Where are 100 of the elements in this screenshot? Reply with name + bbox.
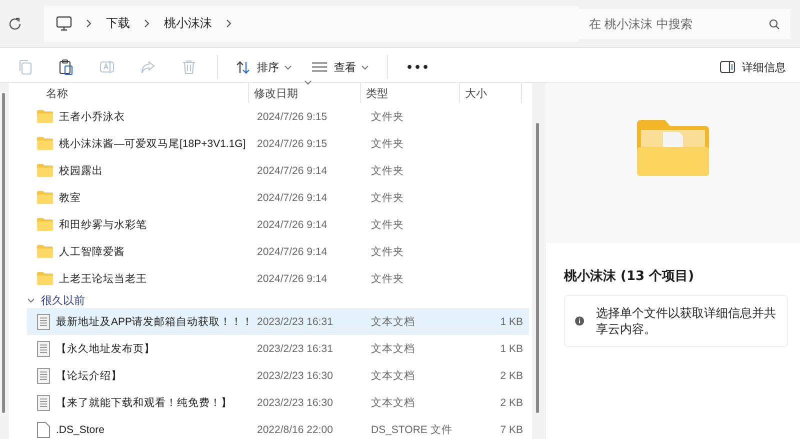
modified-date: 2024/7/26 9:15: [256, 138, 328, 150]
file-size: 1 KB: [500, 342, 523, 354]
file-type: 文件夹: [370, 218, 405, 232]
file-name: 【论坛介绍】: [56, 368, 122, 382]
file-type: 文本文档: [370, 342, 416, 356]
more-button[interactable]: •••: [396, 53, 440, 81]
file-size: 2 KB: [500, 370, 523, 382]
details-button[interactable]: 详细信息: [710, 53, 796, 81]
sort-button[interactable]: 排序: [226, 53, 302, 81]
folder-icon: [37, 272, 53, 285]
file-row[interactable]: 最新地址及APP请发邮箱自动获取！！！ 2023/2/23 16:31 文本文档 1 KB: [27, 308, 529, 335]
folder-icon: [637, 120, 709, 176]
search-icon: [769, 18, 780, 30]
trash-icon: [180, 59, 196, 75]
text-document-icon: [37, 314, 50, 330]
modified-date: 2023/2/23 16:31: [256, 316, 334, 328]
folder-icon: [37, 110, 53, 123]
view-button[interactable]: 查看: [302, 53, 379, 81]
modified-date: 2023/2/23 16:31: [256, 342, 334, 354]
file-name: 【来了就能下载和观看！纯免费！】: [56, 396, 232, 410]
file-row[interactable]: 教室 2024/7/26 9:14 文件夹: [27, 184, 529, 211]
file-size: 7 KB: [500, 424, 523, 436]
modified-date: 2024/7/26 9:14: [256, 218, 328, 230]
chevron-down-icon: [304, 80, 312, 85]
share-icon: [140, 59, 156, 75]
file-name: 最新地址及APP请发邮箱自动获取！！！: [56, 314, 254, 328]
folder-icon: [37, 191, 53, 204]
file-type: 文件夹: [370, 272, 405, 286]
file-row[interactable]: 【来了就能下载和观看！纯免费！】 2023/2/23 16:30 文本文档 2 KB: [27, 389, 529, 416]
file-row[interactable]: 人工智障爱酱 2024/7/26 9:14 文件夹: [27, 238, 529, 265]
folder-icon: [37, 245, 53, 258]
chevron-down-icon: [361, 64, 369, 70]
file-size: 1 KB: [500, 316, 523, 328]
file-name: .DS_Store: [56, 424, 104, 436]
folder-icon: [37, 137, 53, 150]
modified-date: 2022/8/16 22:00: [256, 424, 334, 436]
file-name: 王者小乔泳衣: [59, 110, 125, 124]
file-type: 文件夹: [370, 190, 405, 204]
modified-date: 2024/7/26 9:15: [256, 110, 328, 122]
modified-date: 2024/7/26 9:14: [256, 192, 328, 204]
text-document-icon: [37, 368, 50, 384]
file-name: 校园露出: [59, 164, 103, 178]
file-type: 文本文档: [370, 368, 416, 382]
file-name: 【永久地址发布页】: [56, 342, 155, 356]
clipboard-icon: [58, 59, 74, 75]
file-type: 文本文档: [370, 396, 416, 410]
chevron-right-icon: [144, 19, 150, 28]
column-header[interactable]: 大小: [460, 83, 522, 103]
sort-icon: [236, 60, 250, 74]
file-row[interactable]: 和田纱雾与水彩笔 2024/7/26 9:14 文件夹: [27, 211, 529, 238]
breadcrumb[interactable]: 下载: [106, 15, 130, 32]
file-type: DS_STORE 文件: [370, 422, 454, 436]
modified-date: 2024/7/26 9:14: [256, 164, 328, 176]
refresh-icon[interactable]: [8, 16, 22, 30]
file-size: 2 KB: [500, 396, 523, 408]
folder-icon: [37, 218, 53, 231]
file-row[interactable]: 【永久地址发布页】 2023/2/23 16:31 文本文档 1 KB: [27, 335, 529, 362]
file-name: 人工智障爱酱: [59, 244, 125, 258]
file-name: 上老王论坛当老王: [59, 272, 147, 286]
file-row[interactable]: 王者小乔泳衣 2024/7/26 9:15 文件夹: [27, 103, 529, 130]
file-row[interactable]: 上老王论坛当老王 2024/7/26 9:14 文件夹: [27, 265, 529, 292]
folder-icon: [37, 164, 53, 177]
modified-date: 2024/7/26 9:14: [256, 272, 328, 284]
file-type: 文本文档: [370, 314, 416, 328]
file-row[interactable]: 【论坛介绍】 2023/2/23 16:30 文本文档 2 KB: [27, 362, 529, 389]
chevron-down-icon: [284, 64, 292, 70]
search-field[interactable]: 在 桃小沫沫 中搜索: [578, 8, 790, 38]
modified-date: 2024/7/26 9:14: [256, 246, 328, 258]
file-row[interactable]: 桃小沫沫酱—可爱双马尾[18P+3V1.1G] 2024/7/26 9:15 文件夹: [27, 130, 529, 157]
text-document-icon: [37, 340, 50, 356]
column-header[interactable]: 类型: [361, 83, 460, 103]
file-type: 文件夹: [370, 244, 405, 258]
file-type: 文件夹: [370, 136, 405, 150]
file-name: 和田纱雾与水彩笔: [59, 218, 147, 232]
chevron-right-icon: [86, 19, 92, 28]
details-title: 桃小沫沫 (13 个项目): [564, 268, 696, 285]
modified-date: 2023/2/23 16:30: [256, 396, 334, 408]
column-header[interactable]: 名称: [27, 83, 249, 103]
file-type: 文件夹: [370, 164, 405, 178]
file-row[interactable]: .DS_Store 2022/8/16 22:00 DS_STORE 文件 7 KB: [27, 416, 529, 439]
rename-icon: [98, 59, 114, 75]
file-row[interactable]: 校园露出 2024/7/26 9:14 文件夹: [27, 157, 529, 184]
list-view-icon: [312, 62, 327, 72]
chevron-right-icon: [226, 19, 232, 28]
details-pane-icon: [720, 61, 735, 73]
file-type: 文件夹: [370, 110, 405, 124]
file-name: 教室: [59, 190, 81, 204]
copy-icon: [16, 59, 32, 75]
scrollbar[interactable]: [2, 93, 5, 413]
scrollbar[interactable]: [536, 123, 539, 413]
computer-icon: [56, 16, 72, 31]
group-header[interactable]: 很久以前: [27, 292, 85, 308]
column-header[interactable]: 修改日期: [248, 83, 362, 103]
info-icon: [575, 315, 584, 328]
text-document-icon: [37, 394, 50, 410]
info-text: 选择单个文件以获取详细信息并共享云内容。: [596, 305, 777, 338]
chevron-down-icon: [27, 298, 35, 302]
address-bar[interactable]: 下载 桃小沫沫: [44, 6, 579, 42]
breadcrumb[interactable]: 桃小沫沫: [164, 15, 212, 32]
file-name: 桃小沫沫酱—可爱双马尾[18P+3V1.1G]: [59, 136, 246, 150]
